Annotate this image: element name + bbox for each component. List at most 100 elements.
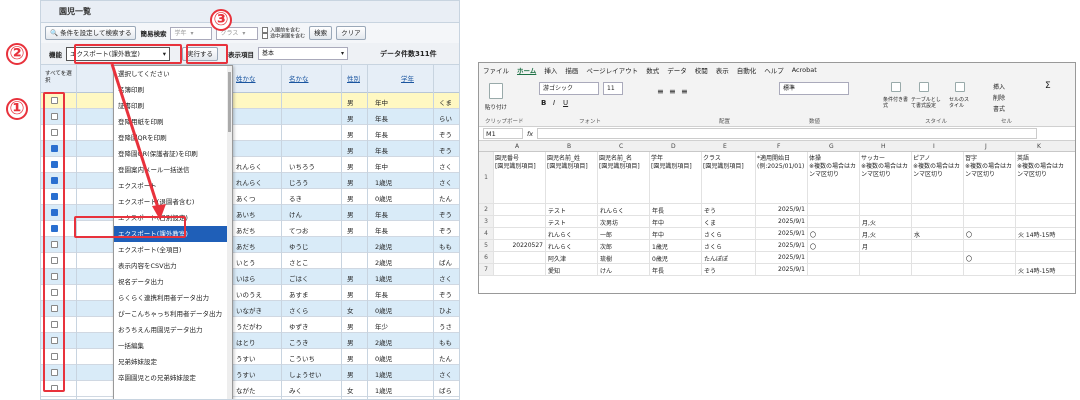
excel-menu-item[interactable]: 自動化: [737, 65, 757, 75]
table-row[interactable]: いとう さとこ 2歳児 ばん: [41, 253, 459, 269]
delete-cell-button[interactable]: 削除: [993, 93, 1005, 102]
condition-search-button[interactable]: 🔍 条件を設定して検索する: [45, 26, 137, 40]
conditional-format-icon[interactable]: [891, 82, 901, 92]
header-cell[interactable]: 体操 ※複数の場合はカンマ区切り: [809, 155, 859, 179]
table-row[interactable]: 永田 未来ながたみく女1歳児ばら: [41, 381, 459, 397]
font-size-select[interactable]: 11: [603, 82, 623, 95]
row-number[interactable]: 5: [479, 240, 493, 251]
header-cell[interactable]: サッカー ※複数の場合はカンマ区切り: [861, 155, 911, 179]
row-number[interactable]: 3: [479, 216, 493, 227]
column-header[interactable]: I: [933, 143, 935, 150]
table-row[interactable]: ナス男年長らい: [41, 109, 459, 125]
cell[interactable]: れんらく: [548, 230, 572, 239]
menu-item[interactable]: 登降園QRを印刷: [114, 130, 232, 146]
table-row[interactable]: ど14男年中くま: [41, 93, 459, 109]
cell[interactable]: 愛知: [548, 266, 560, 275]
excel-menu-item[interactable]: ヘルプ: [764, 65, 784, 75]
display-items-select[interactable]: 基本 ▾: [258, 47, 348, 60]
menu-item[interactable]: 表示内容をCSV出力: [114, 258, 232, 274]
menu-item[interactable]: 卒園園児との兄弟姉妹設定: [114, 370, 232, 386]
paste-icon[interactable]: [489, 83, 503, 99]
column-header[interactable]: D: [671, 143, 676, 150]
cell[interactable]: テスト: [548, 206, 566, 215]
sum-icon[interactable]: Σ: [1045, 81, 1051, 91]
excel-menu-item[interactable]: Acrobat: [792, 66, 817, 74]
table-row[interactable]: あくつ るき 男 0歳児 たん: [41, 189, 459, 205]
menu-item[interactable]: 証書印刷: [114, 98, 232, 114]
underline-icon[interactable]: U: [563, 99, 568, 107]
excel-menu-item[interactable]: 表示: [716, 65, 729, 75]
formula-input[interactable]: [537, 128, 1038, 139]
column-header[interactable]: B: [567, 143, 571, 150]
insert-cell-button[interactable]: 挿入: [993, 82, 1005, 91]
excel-menu-item[interactable]: 数式: [646, 65, 659, 75]
menu-item[interactable]: 登降用紙を印刷: [114, 114, 232, 130]
column-header[interactable]: G: [829, 143, 834, 150]
bold-icon[interactable]: B: [541, 99, 546, 107]
table-row[interactable]: あだち ゆうじ 2歳児 もも: [41, 237, 459, 253]
menu-item[interactable]: 選択してください: [114, 66, 232, 82]
align-center-icon[interactable]: ≡: [669, 87, 676, 96]
header-seikana[interactable]: 姓かな: [236, 73, 256, 83]
cell[interactable]: 年中: [652, 218, 664, 227]
row-number[interactable]: 2: [479, 204, 493, 215]
header-cell[interactable]: ピアノ ※複数の場合はカンマ区切り: [913, 155, 963, 179]
row-number[interactable]: 6: [479, 252, 493, 263]
cell[interactable]: 2025/9/1: [757, 242, 805, 249]
table-row[interactable]: 坊男年長ぞう: [41, 141, 459, 157]
excel-menu-item[interactable]: 描画: [565, 65, 578, 75]
header-cell[interactable]: *適用開始日 (例:2025/01/01): [757, 155, 807, 171]
table-row[interactable]: うすい しょうせい 男 1歳児 さく: [41, 365, 459, 381]
row-number[interactable]: 1: [479, 152, 493, 203]
cell[interactable]: 2025/9/1: [757, 266, 805, 273]
cell[interactable]: 2025/9/1: [757, 206, 805, 213]
menu-item[interactable]: ぴーこんちゃっち利用者データ出力: [114, 306, 232, 322]
excel-menu-item[interactable]: ホーム: [517, 65, 536, 75]
table-row[interactable]: れんらく じろう 男 1歳児 さく: [41, 173, 459, 189]
number-format-select[interactable]: 標準: [779, 82, 849, 95]
cell[interactable]: 〇: [810, 242, 816, 251]
table-row[interactable]: れんらく いちろう 男 年中 さく: [41, 157, 459, 173]
menu-item[interactable]: エクスポート: [114, 178, 232, 194]
menu-item[interactable]: エクスポート(全項目): [114, 242, 232, 258]
cell[interactable]: 次男坊: [600, 218, 618, 227]
header-cell[interactable]: 学年 [園児識別項目]: [651, 155, 701, 171]
column-header[interactable]: K: [1037, 143, 1041, 150]
cell[interactable]: 琉樹: [600, 254, 612, 263]
column-header[interactable]: H: [881, 143, 886, 150]
cell[interactable]: ぞう: [704, 266, 716, 275]
italic-icon[interactable]: I: [553, 99, 555, 107]
header-grade[interactable]: 学年: [401, 73, 414, 83]
clear-button[interactable]: クリア: [336, 26, 366, 40]
column-header[interactable]: J: [985, 143, 987, 150]
header-cell[interactable]: 習字 ※複数の場合はカンマ区切り: [965, 155, 1015, 179]
scrollbar[interactable]: [227, 66, 232, 399]
align-left-icon[interactable]: ≡: [657, 87, 664, 96]
cell[interactable]: 阿久津: [548, 254, 566, 263]
include-withdrawn-checkbox[interactable]: [262, 33, 269, 39]
cell[interactable]: 年長: [652, 206, 664, 215]
table-row[interactable]: 島いながきさくら女0歳児ひよ: [41, 301, 459, 317]
row-number[interactable]: 7: [479, 264, 493, 275]
excel-menu-item[interactable]: 挿入: [544, 65, 557, 75]
menu-item[interactable]: 登降園QR(保護者証)を印刷: [114, 146, 232, 162]
include-preenroll-checkbox[interactable]: [262, 26, 269, 33]
font-name-select[interactable]: 游ゴシック: [539, 82, 599, 95]
cell[interactable]: 2025/9/1: [757, 254, 805, 261]
cell[interactable]: 月: [862, 242, 868, 251]
menu-item[interactable]: 祝名データ出力: [114, 274, 232, 290]
header-cell[interactable]: 園児名前_姓 [園児識別項目]: [547, 155, 597, 171]
table-row[interactable]: うすい こういち 男 0歳児 たん: [41, 349, 459, 365]
cell[interactable]: 20220527: [495, 242, 543, 249]
cell[interactable]: 一郎: [600, 230, 612, 239]
column-header[interactable]: A: [515, 143, 519, 150]
cell[interactable]: 年長: [652, 266, 664, 275]
table-format-icon[interactable]: [919, 82, 929, 92]
cell[interactable]: ぞう: [704, 206, 716, 215]
header-gender[interactable]: 性別: [347, 73, 360, 83]
header-cell[interactable]: 園児番号 [園児識別項目]: [495, 155, 545, 171]
cell[interactable]: 次郎: [600, 242, 612, 251]
table-row[interactable]: はとり こうき 男 2歳児 もも: [41, 333, 459, 349]
cell[interactable]: さくら: [704, 230, 722, 239]
cell[interactable]: 水: [914, 230, 920, 239]
